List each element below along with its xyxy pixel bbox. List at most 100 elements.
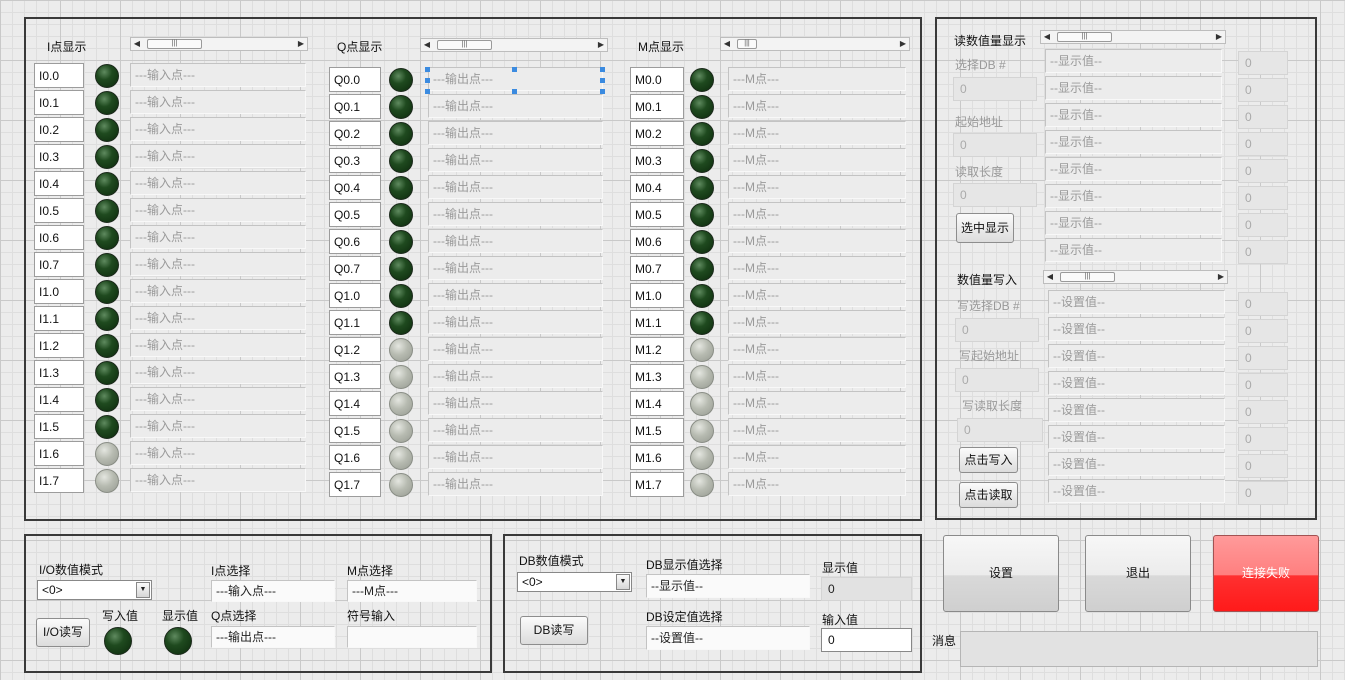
- scroll-left-icon[interactable]: ◀: [1041, 31, 1053, 43]
- settings-button[interactable]: 设置: [943, 535, 1059, 612]
- read-start-addr-field[interactable]: 0: [953, 133, 1037, 157]
- exit-button[interactable]: 退出: [1085, 535, 1191, 612]
- read-value-text[interactable]: --显示值--: [1045, 49, 1222, 73]
- i-point-description[interactable]: ---输入点---: [130, 252, 306, 276]
- q-point-description[interactable]: ---输出点---: [428, 310, 603, 334]
- m-point-description[interactable]: ---M点---: [728, 148, 906, 172]
- q-point-description[interactable]: ---输出点---: [428, 445, 603, 469]
- read-value-text[interactable]: --显示值--: [1045, 211, 1222, 235]
- q-select-field[interactable]: ---输出点---: [211, 626, 335, 648]
- i-point-description[interactable]: ---输入点---: [130, 171, 306, 195]
- m-point-description[interactable]: ---M点---: [728, 121, 906, 145]
- write-value-text[interactable]: --设置值--: [1048, 425, 1225, 449]
- q-point-description[interactable]: ---输出点---: [428, 418, 603, 442]
- write-value-number[interactable]: 0: [1238, 454, 1288, 478]
- write-value-number[interactable]: 0: [1238, 373, 1288, 397]
- read-value-number[interactable]: 0: [1238, 78, 1288, 102]
- read-value-number[interactable]: 0: [1238, 105, 1288, 129]
- read-value-text[interactable]: --显示值--: [1045, 157, 1222, 181]
- scroll-left-icon[interactable]: ◀: [721, 38, 733, 50]
- read-value-number[interactable]: 0: [1238, 132, 1288, 156]
- q-point-description[interactable]: ---输出点---: [428, 94, 603, 118]
- db-mode-select[interactable]: <0> ▼: [517, 572, 632, 592]
- write-value-text[interactable]: --设置值--: [1048, 479, 1225, 503]
- read-value-text[interactable]: --显示值--: [1045, 184, 1222, 208]
- m-point-description[interactable]: ---M点---: [728, 256, 906, 280]
- m-point-description[interactable]: ---M点---: [728, 337, 906, 361]
- i-scrollbar[interactable]: ◀ ||| ▶: [130, 37, 308, 51]
- scroll-left-icon[interactable]: ◀: [421, 39, 433, 51]
- m-point-description[interactable]: ---M点---: [728, 175, 906, 199]
- m-point-description[interactable]: ---M点---: [728, 364, 906, 388]
- i-point-description[interactable]: ---输入点---: [130, 333, 306, 357]
- scroll-left-icon[interactable]: ◀: [131, 38, 143, 50]
- read-value-number[interactable]: 0: [1238, 186, 1288, 210]
- write-select-db-field[interactable]: 0: [955, 318, 1039, 342]
- q-point-description[interactable]: ---输出点---: [428, 337, 603, 361]
- write-value-text[interactable]: --设置值--: [1048, 452, 1225, 476]
- scroll-left-icon[interactable]: ◀: [1044, 271, 1056, 283]
- i-point-description[interactable]: ---输入点---: [130, 279, 306, 303]
- m-point-description[interactable]: ---M点---: [728, 472, 906, 496]
- symbol-input-field[interactable]: [347, 626, 477, 648]
- write-value-text[interactable]: --设置值--: [1048, 317, 1225, 341]
- write-start-addr-field[interactable]: 0: [955, 368, 1039, 392]
- scroll-thumb[interactable]: |||: [1060, 272, 1115, 282]
- write-value-text[interactable]: --设置值--: [1048, 290, 1225, 314]
- i-point-description[interactable]: ---输入点---: [130, 306, 306, 330]
- io-mode-select[interactable]: <0> ▼: [37, 580, 152, 600]
- q-point-description[interactable]: ---输出点---: [428, 283, 603, 307]
- read-value-number[interactable]: 0: [1238, 51, 1288, 75]
- m-point-description[interactable]: ---M点---: [728, 418, 906, 442]
- read-scrollbar[interactable]: ◀ ||| ▶: [1040, 30, 1226, 44]
- m-point-description[interactable]: ---M点---: [728, 445, 906, 469]
- m-point-description[interactable]: ---M点---: [728, 391, 906, 415]
- show-selected-button[interactable]: 选中显示: [956, 213, 1014, 243]
- m-point-description[interactable]: ---M点---: [728, 94, 906, 118]
- i-point-description[interactable]: ---输入点---: [130, 117, 306, 141]
- m-scrollbar[interactable]: ◀ ||| ▶: [720, 37, 910, 51]
- q-point-description[interactable]: ---输出点---: [428, 229, 603, 253]
- i-point-description[interactable]: ---输入点---: [130, 225, 306, 249]
- db-rw-button[interactable]: DB读写: [520, 616, 588, 645]
- connection-status-button[interactable]: 连接失败: [1213, 535, 1319, 612]
- read-value-number[interactable]: 0: [1238, 213, 1288, 237]
- q-point-description[interactable]: ---输出点---: [428, 175, 603, 199]
- write-value-number[interactable]: 0: [1238, 481, 1288, 505]
- read-value-text[interactable]: --显示值--: [1045, 130, 1222, 154]
- scroll-right-icon[interactable]: ▶: [595, 39, 607, 51]
- read-value-text[interactable]: --显示值--: [1045, 76, 1222, 100]
- q-point-description[interactable]: ---输出点---: [428, 202, 603, 226]
- m-point-description[interactable]: ---M点---: [728, 283, 906, 307]
- read-value-text[interactable]: --显示值--: [1045, 238, 1222, 262]
- i-point-description[interactable]: ---输入点---: [130, 144, 306, 168]
- q-point-description[interactable]: ---输出点---: [428, 148, 603, 172]
- i-point-description[interactable]: ---输入点---: [130, 63, 306, 87]
- read-length-field[interactable]: 0: [953, 183, 1037, 207]
- db-input-value-field[interactable]: 0: [821, 628, 912, 652]
- write-length-field[interactable]: 0: [957, 418, 1043, 442]
- q-point-description[interactable]: ---输出点---: [428, 256, 603, 280]
- scroll-right-icon[interactable]: ▶: [295, 38, 307, 50]
- m-point-description[interactable]: ---M点---: [728, 229, 906, 253]
- q-point-description[interactable]: ---输出点---: [428, 121, 603, 145]
- read-value-number[interactable]: 0: [1238, 159, 1288, 183]
- scroll-right-icon[interactable]: ▶: [1215, 271, 1227, 283]
- read-value-number[interactable]: 0: [1238, 240, 1288, 264]
- chevron-down-icon[interactable]: ▼: [616, 574, 630, 590]
- write-value-number[interactable]: 0: [1238, 319, 1288, 343]
- scroll-thumb[interactable]: |||: [437, 40, 492, 50]
- m-point-description[interactable]: ---M点---: [728, 202, 906, 226]
- write-value-number[interactable]: 0: [1238, 400, 1288, 424]
- scroll-thumb[interactable]: |||: [1057, 32, 1112, 42]
- write-value-number[interactable]: 0: [1238, 346, 1288, 370]
- q-point-description[interactable]: ---输出点---: [428, 472, 603, 496]
- chevron-down-icon[interactable]: ▼: [136, 582, 150, 598]
- click-read-button[interactable]: 点击读取: [959, 482, 1018, 508]
- q-point-description[interactable]: ---输出点---: [428, 391, 603, 415]
- m-select-field[interactable]: ---M点---: [347, 580, 477, 602]
- m-point-description[interactable]: ---M点---: [728, 67, 906, 91]
- write-value-text[interactable]: --设置值--: [1048, 344, 1225, 368]
- i-point-description[interactable]: ---输入点---: [130, 468, 306, 492]
- db-set-select-field[interactable]: --设置值--: [646, 626, 810, 650]
